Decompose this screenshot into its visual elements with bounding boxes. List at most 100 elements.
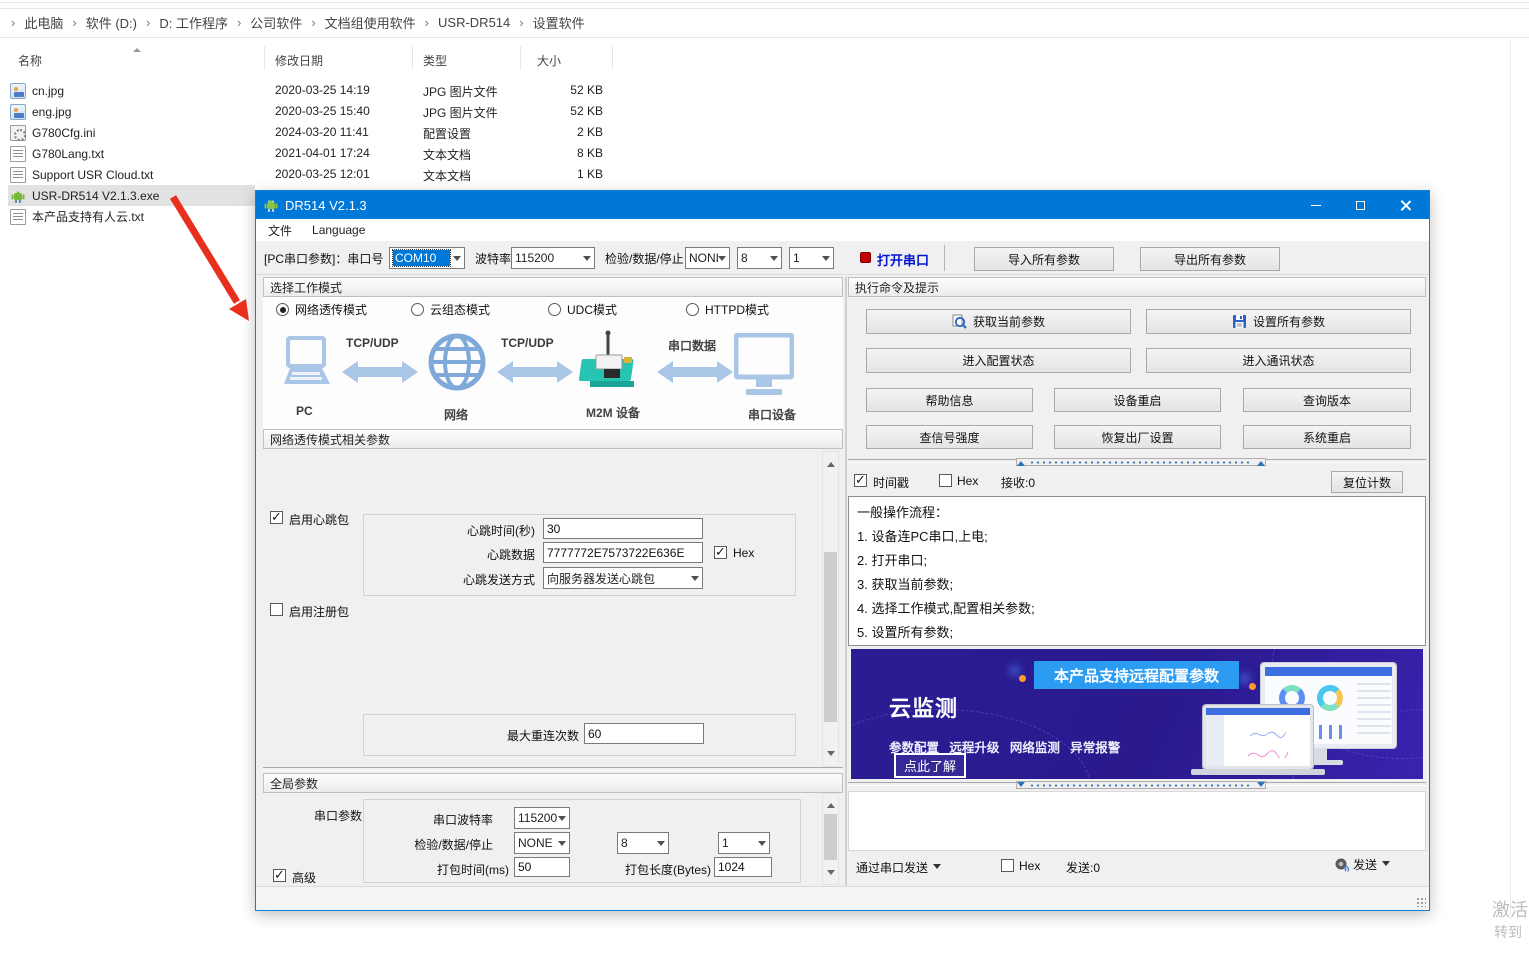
enter-comm-button[interactable]: 进入通讯状态: [1146, 348, 1411, 373]
breadcrumb-setup-software[interactable]: 设置软件: [533, 13, 585, 32]
splitter-handle[interactable]: [1016, 781, 1266, 789]
enter-config-button[interactable]: 进入配置状态: [866, 348, 1131, 373]
file-row[interactable]: eng.jpg: [10, 101, 260, 122]
promo-banner[interactable]: 本产品支持远程配置参数 云监测 参数配置 远程升级 网络监测 异常报警 点此了解: [851, 649, 1423, 779]
resize-grip[interactable]: [1416, 897, 1426, 907]
receive-hex-label: Hex: [957, 474, 978, 488]
file-row[interactable]: G780Lang.txt: [10, 143, 260, 164]
horizontal-splitter[interactable]: [263, 766, 843, 773]
reset-count-button[interactable]: 复位计数: [1331, 471, 1403, 493]
minimize-button[interactable]: [1293, 191, 1338, 219]
collapse-down-icon[interactable]: [1257, 782, 1265, 791]
scroll-down-icon[interactable]: [827, 751, 835, 760]
file-row[interactable]: Support USR Cloud.txt: [10, 164, 260, 185]
column-separator[interactable]: [520, 46, 521, 70]
timestamp-checkbox[interactable]: [854, 474, 867, 487]
breadcrumb-company-software[interactable]: 公司软件: [250, 13, 302, 32]
splitter-handle[interactable]: [1016, 458, 1266, 466]
send-button[interactable]: 发送: [1334, 856, 1390, 875]
device-reboot-button[interactable]: 设备重启: [1054, 388, 1221, 412]
receive-log-area[interactable]: 一般操作流程： 1. 设备连PC串口,上电; 2. 打开串口; 3. 获取当前参…: [848, 496, 1426, 646]
file-row[interactable]: cn.jpg: [10, 80, 260, 101]
breadcrumb-this-pc[interactable]: 此电脑: [24, 13, 63, 32]
mode-radio-httpd[interactable]: HTTPD模式: [686, 301, 769, 318]
baud-select[interactable]: 115200: [511, 247, 595, 269]
set-params-button[interactable]: 设置所有参数: [1146, 309, 1411, 334]
collapsible-splitter[interactable]: [848, 781, 1426, 788]
mode-radio-udc[interactable]: UDC模式: [548, 301, 617, 318]
system-reboot-button[interactable]: 系统重启: [1243, 425, 1411, 449]
column-header-type[interactable]: 类型: [423, 52, 447, 69]
parity-select[interactable]: NONI: [685, 247, 730, 269]
maximize-button[interactable]: [1338, 191, 1383, 219]
heartbeat-enable-checkbox[interactable]: [270, 511, 283, 524]
column-separator[interactable]: [264, 46, 265, 70]
send-hex-checkbox[interactable]: [1001, 859, 1014, 872]
register-enable-checkbox[interactable]: [270, 603, 283, 616]
breadcrumb-docs-software[interactable]: 文档组使用软件: [325, 13, 416, 32]
collapse-down-icon[interactable]: [1017, 782, 1025, 791]
com-port-select[interactable]: COM10: [389, 247, 465, 269]
breadcrumb: › 此电脑 › 软件 (D:) › D: 工作程序 › 公司软件 › 文档组使用…: [2, 12, 585, 32]
factory-reset-button[interactable]: 恢复出厂设置: [1054, 425, 1221, 449]
collapsible-splitter[interactable]: [848, 458, 1426, 465]
breadcrumb-usr-dr514[interactable]: USR-DR514: [438, 15, 510, 30]
global-baud-select[interactable]: 115200: [514, 807, 570, 829]
import-params-button[interactable]: 导入所有参数: [974, 247, 1114, 271]
global-parity-select[interactable]: NONE: [514, 832, 570, 854]
scrollbar-thumb[interactable]: [824, 814, 837, 860]
log-line: 一般操作流程：: [857, 501, 1417, 525]
banner-cta-button[interactable]: 点此了解: [894, 753, 966, 778]
file-row-selected[interactable]: USR-DR514 V2.1.3.exe: [10, 185, 260, 206]
scrollbar-thumb[interactable]: [824, 552, 837, 722]
menu-file[interactable]: 文件: [268, 222, 292, 239]
pack-len-input[interactable]: [714, 857, 772, 877]
send-via-serial-dropdown[interactable]: 通过串口发送: [856, 859, 941, 876]
menu-language[interactable]: Language: [312, 223, 365, 237]
reconnect-input[interactable]: [584, 723, 704, 744]
scroll-up-icon[interactable]: [827, 799, 835, 808]
signal-strength-button[interactable]: 查信号强度: [866, 425, 1033, 449]
net-params-scrollbar[interactable]: [822, 451, 839, 767]
global-params-scrollbar[interactable]: [822, 793, 839, 885]
heartbeat-data-input[interactable]: [543, 542, 703, 563]
file-row[interactable]: 本产品支持有人云.txt: [10, 206, 260, 227]
column-separator[interactable]: [412, 46, 413, 70]
export-params-button[interactable]: 导出所有参数: [1140, 247, 1280, 271]
double-arrow-icon: [496, 359, 574, 388]
mode-radio-transparent[interactable]: 网络透传模式: [276, 301, 367, 318]
collapse-up-icon[interactable]: [1017, 457, 1025, 466]
stop-bits-select[interactable]: 1: [789, 247, 834, 269]
banner-badge: 本产品支持远程配置参数: [1034, 661, 1239, 689]
window-titlebar[interactable]: DR514 V2.1.3: [256, 191, 1429, 219]
get-params-button[interactable]: 获取当前参数: [866, 309, 1131, 334]
query-version-button[interactable]: 查询版本: [1243, 388, 1411, 412]
open-port-button[interactable]: 打开串口: [877, 250, 929, 269]
explorer-scrollbar-edge[interactable]: [1510, 40, 1511, 920]
heartbeat-time-input[interactable]: [543, 518, 703, 539]
help-info-button[interactable]: 帮助信息: [866, 388, 1033, 412]
breadcrumb-drive-d[interactable]: 软件 (D:): [86, 13, 137, 32]
explorer-divider: [0, 2, 1529, 3]
pack-time-input[interactable]: [514, 857, 570, 877]
collapse-up-icon[interactable]: [1257, 457, 1265, 466]
column-header-name[interactable]: 名称: [18, 52, 42, 69]
global-data-bits-select[interactable]: 8: [617, 832, 669, 854]
advanced-checkbox[interactable]: [273, 869, 286, 882]
column-header-size[interactable]: 大小: [537, 52, 561, 69]
mode-radio-cloud[interactable]: 云组态模式: [411, 301, 490, 318]
file-row[interactable]: G780Cfg.ini: [10, 122, 260, 143]
column-header-date[interactable]: 修改日期: [275, 52, 323, 69]
heartbeat-mode-select[interactable]: 向服务器发送心跳包: [543, 567, 703, 589]
column-separator[interactable]: [612, 46, 613, 70]
close-button[interactable]: [1383, 191, 1428, 219]
scroll-up-icon[interactable]: [827, 458, 835, 467]
send-input-area[interactable]: [848, 791, 1426, 851]
heartbeat-hex-checkbox[interactable]: [714, 546, 727, 559]
global-stop-bits-select[interactable]: 1: [718, 832, 770, 854]
file-name: eng.jpg: [32, 105, 71, 119]
receive-hex-checkbox[interactable]: [939, 474, 952, 487]
scroll-down-icon[interactable]: [827, 870, 835, 879]
breadcrumb-work-programs[interactable]: D: 工作程序: [159, 13, 228, 32]
data-bits-select[interactable]: 8: [737, 247, 782, 269]
